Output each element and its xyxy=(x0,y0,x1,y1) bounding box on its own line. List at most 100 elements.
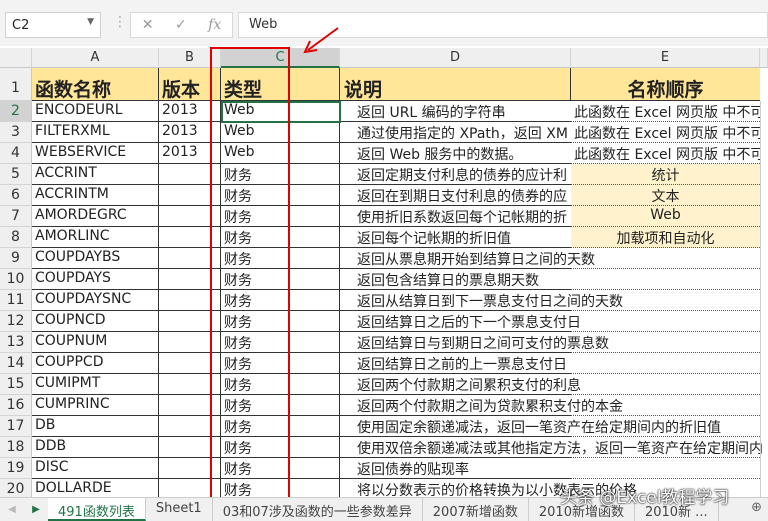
cell-function-name[interactable]: COUPNCD xyxy=(32,311,159,332)
row-header[interactable]: 15 xyxy=(0,374,32,395)
cell-order[interactable]: 此函数在 Excel 网页版 中不可用 xyxy=(571,143,760,164)
header-cell-name[interactable]: 函数名称 xyxy=(32,68,159,101)
cell-description[interactable]: 返回结算日之前的上一票息支付日 xyxy=(340,353,571,374)
cell-function-name[interactable]: CUMPRINC xyxy=(32,395,159,416)
insert-function-icon[interactable]: fx xyxy=(208,17,221,33)
cell-description[interactable]: 返回每个记帐期的折旧值 xyxy=(340,227,571,248)
cell-order[interactable] xyxy=(571,269,760,290)
row-header[interactable]: 3 xyxy=(0,122,32,143)
cell-order[interactable] xyxy=(571,416,760,437)
row-header[interactable]: 9 xyxy=(0,248,32,269)
row-header[interactable]: 17 xyxy=(0,416,32,437)
row-header[interactable]: 6 xyxy=(0,185,32,206)
row-header[interactable]: 11 xyxy=(0,290,32,311)
row-header[interactable]: 1 xyxy=(0,68,32,101)
cell-function-name[interactable]: DISC xyxy=(32,458,159,479)
cell-order[interactable]: 此函数在 Excel 网页版 中不可用 xyxy=(571,101,760,122)
cell-order[interactable] xyxy=(571,353,760,374)
cell-f[interactable] xyxy=(760,248,768,269)
cell-order[interactable] xyxy=(571,332,760,353)
cell-order[interactable] xyxy=(571,290,760,311)
row-header[interactable]: 4 xyxy=(0,143,32,164)
cell-order[interactable] xyxy=(571,248,760,269)
sheet-tab[interactable]: 03和07涉及函数的一些参数差异 xyxy=(213,498,423,521)
cell-f[interactable] xyxy=(760,458,768,479)
cell-f[interactable] xyxy=(760,290,768,311)
prev-sheet-icon[interactable]: ◀ xyxy=(8,504,16,515)
cell-f[interactable] xyxy=(760,332,768,353)
cell-function-name[interactable]: WEBSERVICE xyxy=(32,143,159,164)
select-all-corner[interactable] xyxy=(0,48,32,68)
cell-order[interactable]: 文本 xyxy=(571,185,760,206)
cell-function-name[interactable]: FILTERXML xyxy=(32,122,159,143)
cell-description[interactable]: 返回债券的贴现率 xyxy=(340,458,571,479)
cell-order[interactable] xyxy=(571,311,760,332)
row-header[interactable]: 2 xyxy=(0,101,32,122)
enter-icon[interactable]: ✓ xyxy=(175,17,187,33)
cell-function-name[interactable]: COUPDAYS xyxy=(32,269,159,290)
cell-description[interactable]: 通过使用指定的 XPath，返回 XM xyxy=(340,122,571,143)
cell-description[interactable]: 返回包含结算日的票息期天数 xyxy=(340,269,571,290)
row-header[interactable]: 10 xyxy=(0,269,32,290)
next-sheet-icon[interactable]: ▶ xyxy=(32,504,40,515)
cell-f[interactable] xyxy=(760,206,768,227)
cell-description[interactable]: 使用固定余额递减法，返回一笔资产在给定期间内的折旧值 xyxy=(340,416,721,437)
cell-f[interactable] xyxy=(760,437,768,458)
column-header-f[interactable] xyxy=(760,48,768,68)
cell-f[interactable] xyxy=(760,374,768,395)
row-header[interactable]: 13 xyxy=(0,332,32,353)
sheet-tab[interactable]: 491函数列表 xyxy=(48,498,146,521)
cell-description[interactable]: 使用双倍余额递减法或其他指定方法，返回一笔资产在给定期间内 xyxy=(340,437,763,458)
cell-description[interactable]: 返回两个付款期之间为贷款累积支付的本金 xyxy=(340,395,623,416)
cell-order[interactable] xyxy=(571,374,760,395)
cell-function-name[interactable]: COUPDAYSNC xyxy=(32,290,159,311)
row-header[interactable]: 14 xyxy=(0,353,32,374)
cell-f[interactable] xyxy=(760,353,768,374)
row-header[interactable]: 19 xyxy=(0,458,32,479)
cell-function-name[interactable]: AMORLINC xyxy=(32,227,159,248)
row-header[interactable]: 7 xyxy=(0,206,32,227)
row-header[interactable]: 5 xyxy=(0,164,32,185)
cell-f[interactable] xyxy=(760,269,768,290)
sheet-tab[interactable]: Sheet1 xyxy=(146,498,213,521)
cell-f[interactable] xyxy=(760,311,768,332)
cell-order[interactable]: 统计 xyxy=(571,164,760,185)
cell-function-name[interactable]: DDB xyxy=(32,437,159,458)
name-box[interactable]: C2 ▼ xyxy=(5,12,101,38)
header-cell-order[interactable]: 名称顺序 xyxy=(571,68,760,101)
cell-function-name[interactable]: CUMIPMT xyxy=(32,374,159,395)
cell-function-name[interactable]: ENCODEURL xyxy=(32,101,159,122)
cell-f[interactable] xyxy=(760,185,768,206)
cell-function-name[interactable]: ACCRINT xyxy=(32,164,159,185)
cell-description[interactable]: 返回在到期日支付利息的债券的应 xyxy=(340,185,571,206)
row-header[interactable]: 8 xyxy=(0,227,32,248)
cell-f[interactable] xyxy=(760,395,768,416)
cell-f[interactable] xyxy=(760,122,768,143)
row-header[interactable]: 16 xyxy=(0,395,32,416)
cell-order[interactable]: 加载项和自动化 xyxy=(571,227,760,248)
cell-description[interactable]: 返回结算日之后的下一个票息支付日 xyxy=(340,311,581,332)
cell-description[interactable]: 返回 Web 服务中的数据。 xyxy=(340,143,571,164)
cell-f[interactable] xyxy=(760,416,768,437)
cell-f[interactable] xyxy=(760,164,768,185)
column-header-a[interactable]: A xyxy=(32,48,159,68)
add-sheet-icon[interactable]: ⊕ xyxy=(745,498,768,521)
column-header-d[interactable]: D xyxy=(340,48,571,68)
sheet-tab[interactable]: 2007新增函数 xyxy=(423,498,529,521)
header-cell-description[interactable]: 说明 xyxy=(340,68,571,101)
cancel-icon[interactable]: ✕ xyxy=(142,17,154,33)
cell-function-name[interactable]: AMORDEGRC xyxy=(32,206,159,227)
cell-function-name[interactable]: ACCRINTM xyxy=(32,185,159,206)
cell-description[interactable]: 返回两个付款期之间累积支付的利息 xyxy=(340,374,581,395)
cell-description[interactable]: 返回从结算日到下一票息支付日之间的天数 xyxy=(340,290,623,311)
cell-order[interactable] xyxy=(571,458,760,479)
row-header[interactable]: 12 xyxy=(0,311,32,332)
row-header[interactable]: 18 xyxy=(0,437,32,458)
cell-order[interactable] xyxy=(571,395,760,416)
cell-description[interactable]: 返回从票息期开始到结算日之间的天数 xyxy=(340,248,595,269)
chevron-down-icon[interactable]: ▼ xyxy=(87,17,94,27)
cell-description[interactable]: 返回结算日与到期日之间可支付的票息数 xyxy=(340,332,609,353)
cell-function-name[interactable]: DB xyxy=(32,416,159,437)
cell-function-name[interactable]: COUPNUM xyxy=(32,332,159,353)
cell-order[interactable] xyxy=(571,437,760,458)
